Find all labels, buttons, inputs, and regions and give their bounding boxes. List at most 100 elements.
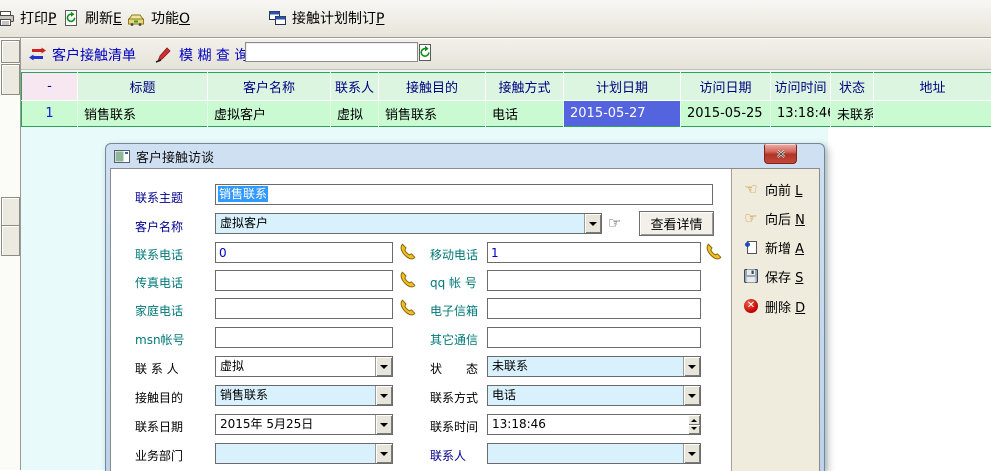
customer-label: 客户名称: [135, 218, 183, 235]
qq-input[interactable]: [487, 270, 701, 291]
cell-rownum[interactable]: 1: [22, 101, 78, 127]
print-label: 打印P: [20, 8, 56, 28]
column-header-rownum[interactable]: -: [22, 73, 78, 101]
add-button[interactable]: 新增 A: [742, 236, 804, 258]
customer-select[interactable]: 虚拟客户: [215, 213, 602, 234]
other-comm-input[interactable]: [487, 327, 701, 348]
column-header-address[interactable]: 地址: [874, 73, 991, 101]
side-panel-button[interactable]: [1, 197, 20, 226]
list-toolbar: 客户接触清单 模 糊 查 询: [21, 38, 991, 70]
cell-plan-date-selected[interactable]: 2015-05-27: [564, 101, 681, 127]
side-panel-button[interactable]: [1, 64, 20, 95]
refresh-label: 刷新E: [85, 8, 122, 28]
purpose-label: 接触目的: [135, 389, 183, 406]
dropdown-arrow-icon[interactable]: [375, 444, 392, 463]
cell-visit-time[interactable]: 13:18:46: [771, 101, 831, 127]
search-refresh-button[interactable]: [416, 43, 434, 62]
contact-list-icon: [28, 47, 47, 61]
phone-icon[interactable]: [399, 298, 417, 316]
function-label: 功能O: [151, 8, 190, 28]
dropdown-arrow-icon[interactable]: [375, 357, 392, 376]
dialog-body: 联系主题 销售联系 客户名称 虚拟客户 ☞ 查看详情 联系电话 移动电话 传真电…: [110, 168, 820, 471]
dropdown-arrow-icon[interactable]: [375, 415, 392, 434]
cell-method[interactable]: 电话: [486, 101, 564, 127]
side-panel-button[interactable]: [1, 225, 20, 256]
contact2-select[interactable]: [487, 443, 701, 464]
email-input[interactable]: [487, 298, 701, 319]
contact-list-button[interactable]: 客户接触清单: [52, 45, 136, 65]
previous-button[interactable]: ☜ 向前 L: [742, 178, 802, 200]
method-label: 联系方式: [430, 389, 478, 406]
dropdown-arrow-icon[interactable]: [375, 386, 392, 405]
dropdown-arrow-icon[interactable]: [683, 444, 700, 463]
phone-icon[interactable]: [399, 270, 417, 288]
column-header-title[interactable]: 标题: [78, 73, 208, 101]
column-header-visit-date[interactable]: 访问日期: [681, 73, 771, 101]
phone-icon[interactable]: [705, 242, 723, 260]
contact-date-label: 联系日期: [135, 418, 183, 435]
collapsed-side-panel: [0, 38, 21, 470]
table-row[interactable]: 1 销售联系 虚拟客户 虚拟 销售联系 电话 2015-05-27 2015-0…: [22, 101, 991, 127]
subject-input[interactable]: 销售联系: [215, 184, 713, 205]
save-button[interactable]: 保存 S: [742, 265, 803, 287]
dropdown-arrow-icon[interactable]: [683, 357, 700, 376]
cell-address[interactable]: [874, 101, 991, 127]
spin-down-icon[interactable]: [688, 425, 700, 435]
previous-label: 向前 L: [765, 180, 802, 199]
contact-person-select[interactable]: 虚拟: [215, 356, 393, 377]
msn-input[interactable]: [215, 327, 393, 348]
column-header-customer[interactable]: 客户名称: [208, 73, 331, 101]
dropdown-arrow-icon[interactable]: [683, 386, 700, 405]
status-select[interactable]: 未联系: [487, 356, 701, 377]
contact2-label: 联系人: [430, 447, 466, 464]
home-phone-input[interactable]: [215, 298, 393, 319]
next-button[interactable]: ☞ 向后 N: [742, 207, 805, 229]
close-icon: [776, 150, 786, 158]
phone-input[interactable]: [215, 242, 393, 263]
purpose-select[interactable]: 销售联系: [215, 385, 393, 406]
dialog-titlebar[interactable]: 客户接触访谈: [106, 144, 824, 168]
cell-purpose[interactable]: 销售联系: [379, 101, 486, 127]
column-header-method[interactable]: 接触方式: [486, 73, 564, 101]
cell-customer[interactable]: 虚拟客户: [208, 101, 331, 127]
dialog-title: 客户接触访谈: [136, 147, 214, 166]
contact-person-value: 虚拟: [216, 357, 375, 376]
fuzzy-search-label: 模 糊 查 询: [179, 45, 248, 65]
dialog-icon: [114, 150, 130, 163]
selected-text: 销售联系: [218, 186, 268, 202]
plan-windows-icon: [269, 11, 286, 26]
cell-title[interactable]: 销售联系: [78, 101, 208, 127]
hand-right-icon: ☞: [742, 209, 760, 227]
save-label: 保存 S: [765, 267, 803, 286]
contact-person-label: 联 系 人: [135, 360, 179, 377]
column-header-purpose[interactable]: 接触目的: [379, 73, 486, 101]
print-button[interactable]: 打印P: [0, 5, 61, 31]
method-select[interactable]: 电话: [487, 385, 701, 406]
contact-time-spinner[interactable]: 13:18:46: [487, 414, 701, 435]
dropdown-arrow-icon[interactable]: [584, 214, 601, 233]
side-panel-button[interactable]: [1, 40, 20, 63]
mobile-input[interactable]: [487, 242, 701, 263]
column-header-contact[interactable]: 联系人: [331, 73, 379, 101]
contact-plan-button[interactable]: 接触计划制订P: [264, 5, 389, 31]
fax-label: 传真电话: [135, 274, 183, 291]
column-header-status[interactable]: 状态: [831, 73, 874, 101]
view-detail-button[interactable]: 查看详情: [639, 211, 714, 236]
cell-contact[interactable]: 虚拟: [331, 101, 379, 127]
fuzzy-search-input[interactable]: [245, 42, 418, 62]
spin-up-icon[interactable]: [688, 415, 700, 425]
delete-button[interactable]: ✕ 删除 D: [742, 295, 805, 317]
refresh-button[interactable]: 刷新E: [58, 5, 127, 31]
cell-status[interactable]: 未联系: [831, 101, 874, 127]
phone-icon[interactable]: [399, 242, 417, 260]
close-button[interactable]: [764, 144, 797, 164]
contact-date-select[interactable]: 2015年 5月25日: [215, 414, 393, 435]
column-header-visit-time[interactable]: 访问时间: [771, 73, 831, 101]
pointing-hand-icon[interactable]: ☞: [608, 214, 621, 232]
fax-input[interactable]: [215, 270, 393, 291]
cell-visit-date[interactable]: 2015-05-25: [681, 101, 771, 127]
add-label: 新增 A: [765, 238, 804, 257]
column-header-plan-date[interactable]: 计划日期: [564, 73, 681, 101]
department-select[interactable]: [215, 443, 393, 464]
function-button[interactable]: 功能O: [122, 5, 195, 31]
